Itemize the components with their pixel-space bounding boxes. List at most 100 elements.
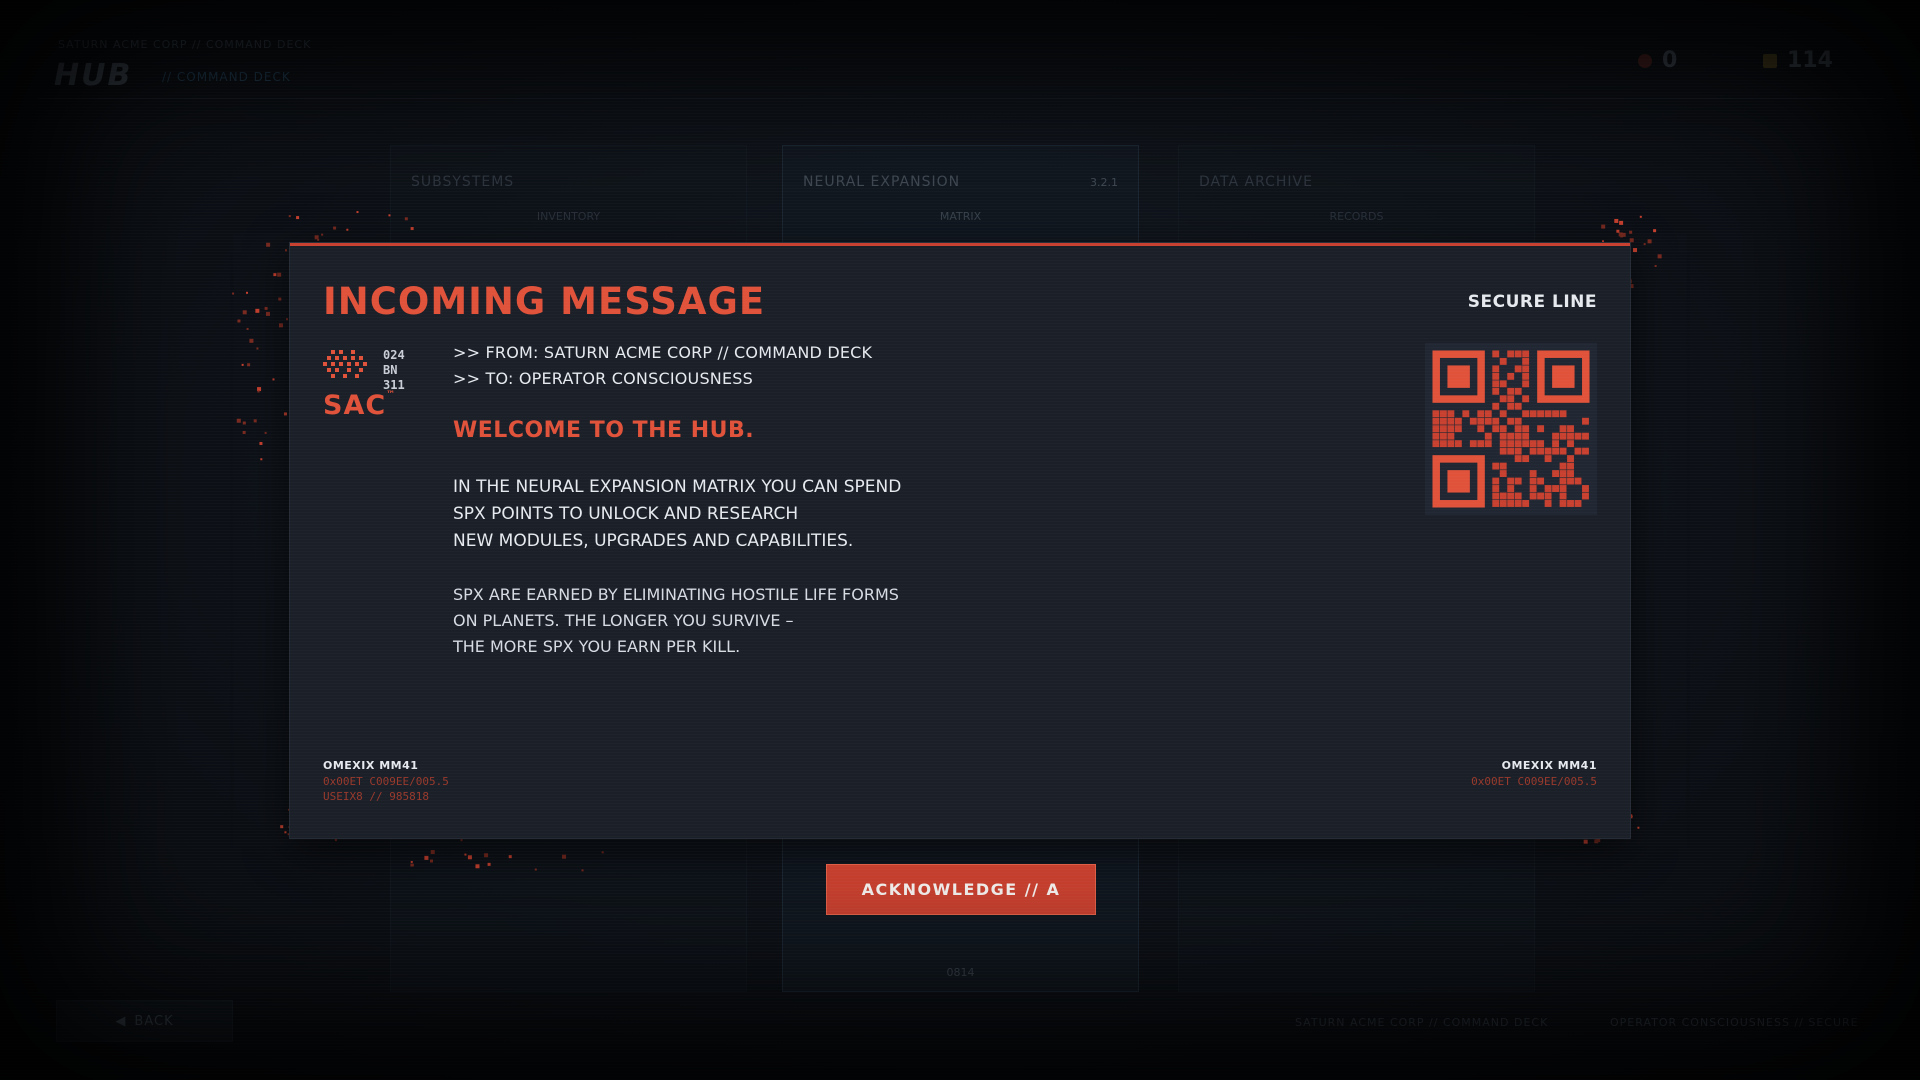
glitch-particle: [1629, 230, 1633, 234]
glitch-particle: [1618, 232, 1623, 237]
glitch-particle: [247, 363, 251, 367]
page-subtitle: // COMMAND DECK: [162, 70, 291, 84]
glitch-particle: [1637, 826, 1640, 829]
glitch-particle: [1601, 224, 1606, 229]
page-title: HUB: [54, 58, 133, 93]
glitch-particle: [257, 390, 260, 393]
glitch-particle: [333, 226, 337, 230]
glitch-particle: [255, 308, 260, 313]
bg-card-sub: RECORDS: [1329, 210, 1384, 223]
glitch-particle: [1639, 215, 1642, 218]
bg-card-sub: INVENTORY: [536, 210, 601, 223]
welcome-heading: WELCOME TO THE HUB.: [453, 418, 755, 443]
glitch-particle: [277, 272, 282, 277]
glitch-particle: [256, 347, 259, 350]
footer-left-text: SATURN ACME CORP // COMMAND DECK: [1295, 1016, 1549, 1029]
glitch-particle: [245, 291, 248, 294]
glitch-particle: [232, 292, 235, 295]
glitch-particle: [1647, 239, 1652, 244]
glitch-particle: [1633, 248, 1638, 253]
glitch-particle: [242, 421, 246, 425]
glitch-particle: [284, 249, 287, 252]
gold-currency-icon: [1763, 53, 1777, 68]
corner-title: OMEXIX MM41: [323, 759, 419, 772]
currency-red-value: 0: [1662, 48, 1678, 73]
glitch-particle: [253, 419, 257, 423]
corner-title: OMEXIX MM41: [1501, 759, 1597, 772]
glitch-particle: [257, 387, 262, 392]
bg-card-meta: 3.2.1: [1090, 176, 1118, 189]
corner-code: 0x00ET C009EE/005.5: [323, 775, 449, 788]
glitch-particle: [259, 441, 263, 445]
glitch-particle: [346, 228, 349, 231]
bg-card-title: NEURAL EXPANSION: [803, 174, 961, 190]
corner-info-left: OMEXIX MM41 0x00ET C009EE/005.5 USEIX8 /…: [323, 759, 449, 802]
glitch-particle: [278, 297, 282, 301]
glitch-particle: [278, 323, 283, 328]
bg-card-title: DATA ARCHIVE: [1199, 174, 1313, 190]
message-paragraph-2: SPX ARE EARNED BY ELIMINATING HOSTILE LI…: [453, 585, 899, 656]
breadcrumb: SATURN ACME CORP // COMMAND DECK: [58, 38, 312, 51]
currency-red: 0: [1638, 48, 1677, 73]
glitch-particle: [241, 363, 244, 366]
currency-gold: 114: [1763, 48, 1833, 73]
glitch-particle: [242, 430, 246, 434]
glitch-particle: [1630, 815, 1633, 818]
glitch-particle: [273, 273, 277, 277]
glitch-particle: [1616, 229, 1620, 233]
glitch-particle: [1643, 243, 1646, 246]
glitch-particle: [284, 831, 287, 834]
glitch-particle: [296, 216, 300, 220]
glitch-particle: [1602, 240, 1605, 243]
from-line: >> FROM: SATURN ACME CORP // COMMAND DEC…: [453, 343, 873, 362]
glitch-particle: [356, 211, 359, 214]
glitch-particle: [1621, 232, 1626, 237]
glitch-particle: [1620, 234, 1624, 238]
game-screen: SATURN ACME CORP // COMMAND DECK HUB // …: [0, 0, 1920, 1080]
dialog-title: INCOMING MESSAGE: [323, 280, 766, 323]
glitch-particle: [288, 215, 291, 218]
acknowledge-button[interactable]: ACKNOWLEDGE // A: [826, 864, 1096, 915]
sac-logo: 024 BN 311 SAC™: [323, 348, 413, 428]
glitch-particle: [321, 233, 324, 236]
secure-line-label: SECURE LINE: [1467, 292, 1597, 312]
glitch-particle: [272, 378, 275, 381]
corner-info-right: OMEXIX MM41 0x00ET C009EE/005.5: [1471, 759, 1597, 787]
glitch-particle: [1583, 839, 1588, 844]
glitch-particle: [249, 338, 254, 343]
glitch-particle: [236, 418, 241, 423]
red-currency-icon: [1638, 53, 1652, 68]
bg-card-foot: 0814: [946, 966, 975, 979]
corner-code: 0x00ET C009EE/005.5: [1471, 775, 1597, 788]
corner-code-2: USEIX8 // 985818: [323, 790, 429, 803]
glitch-particle: [1614, 218, 1619, 223]
bg-card-title: SUBSYSTEMS: [411, 174, 515, 190]
glitch-particle: [266, 242, 271, 247]
to-line: >> TO: OPERATOR CONSCIOUSNESS: [453, 369, 753, 388]
glitch-particle: [283, 412, 287, 416]
bg-card-sub: MATRIX: [939, 210, 982, 223]
back-arrow-icon: ◀: [115, 1013, 127, 1029]
back-button[interactable]: ◀ BACK: [56, 1000, 233, 1042]
glitch-particle: [1653, 229, 1657, 233]
logo-code: 024 BN 311: [383, 348, 405, 392]
qr-code-icon: [1425, 343, 1597, 515]
pixel-logo-icon: [323, 350, 367, 378]
glitch-particle: [1657, 254, 1662, 259]
glitch-particle: [334, 839, 337, 842]
glitch-particle: [286, 318, 289, 321]
glitch-particle: [1629, 238, 1634, 243]
glitch-particle: [265, 311, 270, 316]
top-bar: SATURN ACME CORP // COMMAND DECK HUB // …: [38, 30, 1884, 99]
logo-text: SAC™: [323, 390, 397, 421]
glitch-particle: [260, 458, 263, 461]
glitch-particle: [1619, 220, 1624, 225]
incoming-message-dialog: INCOMING MESSAGE SECURE LINE 024 BN 311 …: [290, 243, 1630, 838]
glitch-particle: [314, 235, 319, 240]
back-button-label: BACK: [134, 1013, 174, 1029]
message-paragraph-1: IN THE NEURAL EXPANSION MATRIX YOU CAN S…: [453, 477, 902, 551]
glitch-particle: [1629, 284, 1634, 289]
footer-right-text: OPERATOR CONSCIOUSNESS // SECURE: [1610, 1016, 1859, 1029]
glitch-particle: [246, 327, 249, 330]
currency-gold-value: 114: [1787, 48, 1833, 73]
